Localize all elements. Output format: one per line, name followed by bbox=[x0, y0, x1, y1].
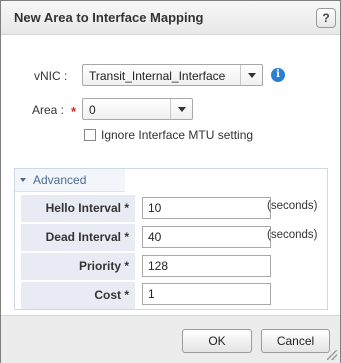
ignore-mtu-label[interactable]: Ignore Interface MTU setting bbox=[101, 128, 253, 142]
priority-label: Priority * bbox=[21, 253, 135, 280]
dead-interval-label: Dead Interval * bbox=[21, 224, 135, 251]
new-area-mapping-dialog: New Area to Interface Mapping ? vNIC : T… bbox=[0, 0, 341, 363]
ignore-mtu-checkbox[interactable] bbox=[84, 129, 96, 141]
cancel-button[interactable]: Cancel bbox=[261, 329, 330, 353]
triangle-down-icon bbox=[20, 178, 26, 182]
info-icon[interactable]: i bbox=[271, 68, 285, 82]
dialog-footer: OK Cancel bbox=[1, 315, 340, 363]
vnic-label: vNIC : bbox=[34, 69, 68, 83]
required-marker: * bbox=[71, 104, 77, 119]
chevron-down-icon bbox=[178, 107, 186, 112]
hello-interval-input[interactable]: 10 bbox=[142, 197, 271, 219]
dialog-titlebar: New Area to Interface Mapping ? bbox=[1, 1, 340, 35]
priority-input[interactable]: 128 bbox=[142, 255, 271, 277]
area-selected-value: 0 bbox=[89, 103, 96, 117]
vnic-dropdown-toggle[interactable] bbox=[240, 65, 262, 85]
advanced-header: Advanced bbox=[33, 173, 87, 187]
dialog-title: New Area to Interface Mapping bbox=[14, 10, 204, 25]
resize-grip-icon[interactable] bbox=[327, 350, 337, 360]
area-dropdown-toggle[interactable] bbox=[170, 99, 192, 119]
area-select[interactable]: 0 bbox=[82, 98, 193, 120]
advanced-toggle[interactable]: Advanced bbox=[15, 169, 125, 192]
cost-input[interactable]: 1 bbox=[142, 283, 271, 305]
vnic-selected-value: Transit_Internal_Interface bbox=[89, 69, 226, 83]
dead-interval-input[interactable]: 40 bbox=[142, 226, 271, 248]
cost-label: Cost * bbox=[21, 282, 135, 309]
dead-interval-unit: (seconds) bbox=[267, 229, 318, 241]
hello-interval-unit: (seconds) bbox=[267, 200, 318, 212]
vnic-select[interactable]: Transit_Internal_Interface bbox=[82, 64, 263, 86]
advanced-panel: Advanced Hello Interval * 10 (seconds) D… bbox=[14, 168, 328, 310]
area-label: Area : bbox=[32, 103, 65, 117]
help-icon[interactable]: ? bbox=[316, 8, 336, 28]
ok-button[interactable]: OK bbox=[182, 329, 252, 353]
hello-interval-label: Hello Interval * bbox=[21, 195, 135, 222]
chevron-down-icon bbox=[248, 73, 256, 78]
